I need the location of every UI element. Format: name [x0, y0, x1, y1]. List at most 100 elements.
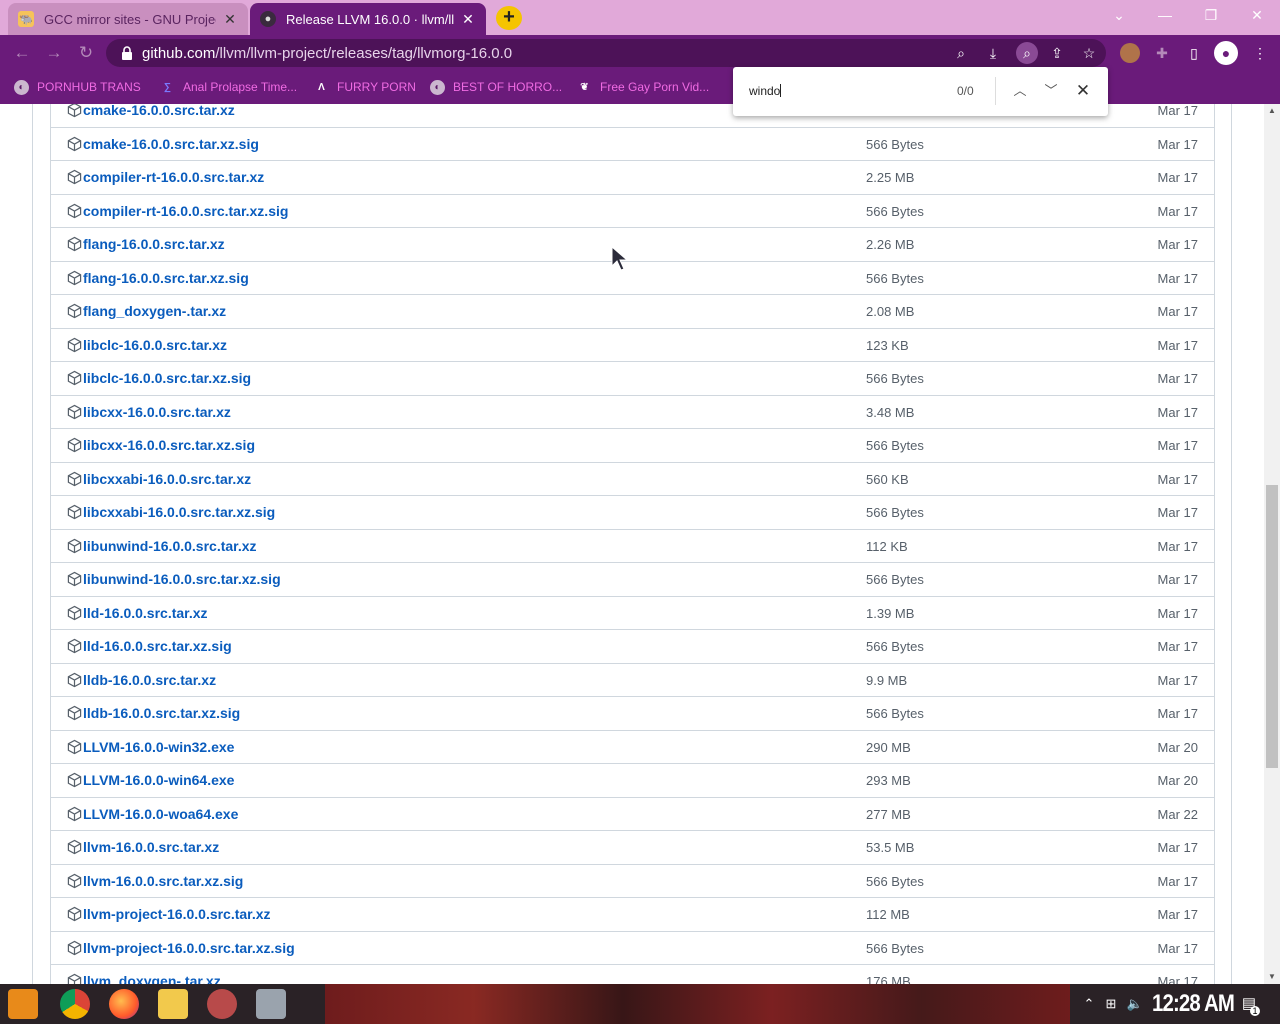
asset-date: Mar 17 [1157, 706, 1198, 721]
restore-button[interactable]: ❐ [1188, 0, 1234, 30]
asset-download-link[interactable]: libcxx-16.0.0.src.tar.xz.sig [83, 437, 255, 453]
bookmark-item[interactable]: Λ FURRY PORN [314, 77, 416, 97]
bookmark-item[interactable]: ∑ Anal Prolapse Time... [160, 77, 297, 97]
close-tab-icon[interactable]: ✕ [460, 11, 476, 27]
asset-row: llvm-project-16.0.0.src.tar.xz.sig 566 By… [51, 930, 1214, 965]
asset-size: 53.5 MB [866, 840, 915, 855]
package-icon [67, 370, 82, 386]
asset-date: Mar 17 [1157, 639, 1198, 654]
close-window-button[interactable]: ✕ [1234, 0, 1280, 30]
asset-download-link[interactable]: libclc-16.0.0.src.tar.xz.sig [83, 370, 251, 386]
find-in-page-icon[interactable]: ⌕ [1016, 42, 1038, 64]
forward-button[interactable]: → [42, 41, 66, 65]
asset-download-link[interactable]: lld-16.0.0.src.tar.xz.sig [83, 638, 232, 654]
asset-download-link[interactable]: LLVM-16.0.0-woa64.exe [83, 806, 238, 822]
asset-download-link[interactable]: flang-16.0.0.src.tar.xz.sig [83, 270, 249, 286]
menu-kebab-icon[interactable]: ⋮ [1250, 43, 1270, 63]
assets-list: cmake-16.0.0.src.tar.xz Mar 17 cmake-16.0.… [50, 104, 1215, 984]
asset-row: llvm-16.0.0.src.tar.xz.sig 566 Bytes Mar 1… [51, 863, 1214, 898]
asset-size: 112 MB [866, 907, 910, 922]
tab-search-icon[interactable]: ⌄ [1096, 0, 1142, 30]
asset-download-link[interactable]: libunwind-16.0.0.src.tar.xz [83, 538, 257, 554]
chrome-icon[interactable] [60, 989, 90, 1019]
app-avatar-icon[interactable] [207, 989, 237, 1019]
asset-row: libcxxabi-16.0.0.src.tar.xz.sig 566 Bytes… [51, 495, 1214, 529]
scroll-up-arrow-icon[interactable]: ▲ [1264, 104, 1280, 118]
asset-download-link[interactable]: libcxx-16.0.0.src.tar.xz [83, 404, 231, 420]
asset-download-link[interactable]: llvm_doxygen-.tar.xz [83, 973, 221, 984]
asset-download-link[interactable]: libcxxabi-16.0.0.src.tar.xz [83, 471, 251, 487]
side-panel-icon[interactable]: ▯ [1184, 43, 1204, 63]
file-explorer-icon[interactable] [158, 989, 188, 1019]
asset-download-link[interactable]: llvm-16.0.0.src.tar.xz.sig [83, 873, 243, 889]
asset-download-link[interactable]: compiler-rt-16.0.0.src.tar.xz.sig [83, 203, 288, 219]
text-caret [780, 84, 782, 97]
chevron-up-icon[interactable]: ︿ [1010, 81, 1030, 101]
tab-title: Release LLVM 16.0.0 · llvm/llvm-project [286, 11, 454, 27]
asset-row: compiler-rt-16.0.0.src.tar.xz.sig 566 Byt… [51, 193, 1214, 228]
extensions-puzzle-icon[interactable]: ✚ [1152, 43, 1172, 63]
package-icon [67, 404, 82, 419]
address-bar[interactable]: github.com/llvm/llvm-project/releases/ta… [106, 39, 1106, 67]
asset-download-link[interactable]: llvm-project-16.0.0.src.tar.xz [83, 906, 271, 922]
tab-llvm-release[interactable]: ● Release LLVM 16.0.0 · llvm/llvm-projec… [250, 3, 486, 35]
asset-download-link[interactable]: lldb-16.0.0.src.tar.xz.sig [83, 705, 240, 721]
network-icon[interactable]: ⊞ [1102, 995, 1120, 1013]
asset-download-link[interactable]: libunwind-16.0.0.src.tar.xz.sig [83, 571, 281, 587]
firefox-icon[interactable] [109, 989, 139, 1019]
asset-download-link[interactable]: libcxxabi-16.0.0.src.tar.xz.sig [83, 504, 275, 520]
bookmark-item[interactable]: ◐ BEST OF HORRO... [430, 77, 562, 97]
start-menu-icon[interactable] [8, 989, 38, 1019]
asset-download-link[interactable]: llvm-16.0.0.src.tar.xz [83, 839, 219, 855]
asset-row: lld-16.0.0.src.tar.xz.sig 566 Bytes Mar 17 [51, 629, 1214, 663]
asset-size: 2.26 MB [866, 237, 915, 252]
share-icon[interactable]: ⇪ [1048, 44, 1066, 62]
package-icon [67, 806, 82, 821]
asset-download-link[interactable]: libclc-16.0.0.src.tar.xz [83, 337, 227, 353]
tray-chevron-icon[interactable]: ⌃ [1080, 995, 1098, 1013]
network-app-icon[interactable] [256, 989, 286, 1019]
extension-avatar-icon[interactable] [1120, 43, 1140, 63]
reload-button[interactable]: ↻ [74, 41, 98, 65]
asset-download-link[interactable]: lldb-16.0.0.src.tar.xz [83, 672, 216, 688]
asset-download-link[interactable]: LLVM-16.0.0-win64.exe [83, 772, 234, 788]
asset-download-link[interactable]: llvm-project-16.0.0.src.tar.xz.sig [83, 940, 295, 956]
asset-row: cmake-16.0.0.src.tar.xz.sig 566 Bytes Mar … [51, 126, 1214, 161]
chevron-down-icon[interactable]: ﹀ [1041, 81, 1061, 101]
asset-download-link[interactable]: lld-16.0.0.src.tar.xz [83, 605, 208, 621]
install-app-icon[interactable]: ⤓ [984, 44, 1002, 62]
volume-icon[interactable]: 🔈 [1126, 995, 1144, 1013]
asset-date: Mar 17 [1157, 237, 1198, 252]
new-tab-button[interactable]: + [496, 6, 522, 30]
bookmark-star-icon[interactable]: ☆ [1080, 44, 1098, 62]
scroll-down-arrow-icon[interactable]: ▼ [1264, 970, 1280, 984]
package-icon [67, 504, 82, 520]
asset-download-link[interactable]: cmake-16.0.0.src.tar.xz.sig [83, 136, 259, 152]
search-icon[interactable]: ⌕ [952, 44, 970, 62]
bookmark-item[interactable]: ❦ Free Gay Porn Vid... [577, 77, 709, 97]
asset-row: lld-16.0.0.src.tar.xz 1.39 MB Mar 17 [51, 595, 1214, 630]
taskbar-clock[interactable]: 12:28 AM [1152, 990, 1235, 1018]
page-scrollbar[interactable]: ▲ ▼ [1264, 104, 1280, 984]
asset-row: llvm_doxygen-.tar.xz 176 MB Mar 17 [51, 964, 1214, 984]
find-input[interactable]: windo [749, 84, 782, 98]
scrollbar-thumb[interactable] [1266, 485, 1278, 768]
close-tab-icon[interactable]: ✕ [222, 11, 238, 27]
asset-size: 566 Bytes [866, 438, 924, 453]
close-icon[interactable]: ✕ [1073, 81, 1093, 101]
bookmark-item[interactable]: ◐ PORNHUB TRANS [14, 77, 141, 97]
bookmark-label: PORNHUB TRANS [37, 80, 141, 94]
asset-download-link[interactable]: flang_doxygen-.tar.xz [83, 303, 226, 319]
bracket-icon: ∑ [163, 81, 172, 93]
asset-download-link[interactable]: flang-16.0.0.src.tar.xz [83, 236, 225, 252]
profile-avatar-icon[interactable]: ● [1214, 41, 1238, 65]
asset-download-link[interactable]: cmake-16.0.0.src.tar.xz [83, 104, 235, 118]
tab-gcc-mirror[interactable]: 🐃 GCC mirror sites - GNU Project ✕ [8, 3, 248, 35]
asset-download-link[interactable]: LLVM-16.0.0-win32.exe [83, 739, 234, 755]
minimize-button[interactable]: — [1142, 0, 1188, 30]
url-text[interactable]: github.com/llvm/llvm-project/releases/ta… [142, 45, 512, 62]
asset-download-link[interactable]: compiler-rt-16.0.0.src.tar.xz [83, 169, 264, 185]
asset-date: Mar 20 [1157, 773, 1198, 788]
asset-date: Mar 17 [1157, 438, 1198, 453]
back-button[interactable]: ← [10, 41, 34, 65]
